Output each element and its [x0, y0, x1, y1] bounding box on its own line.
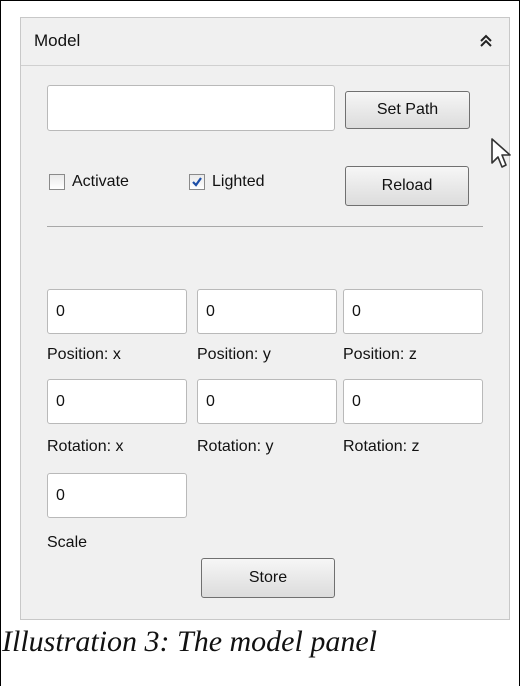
lighted-checkbox[interactable] — [189, 174, 205, 190]
scale-input[interactable] — [47, 473, 187, 518]
rotation-y-label: Rotation: y — [197, 438, 274, 455]
panel-title: Model — [34, 31, 81, 50]
figure-caption: Illustration 3: The model panel — [2, 625, 377, 658]
set-path-button[interactable]: Set Path — [345, 91, 470, 129]
store-button[interactable]: Store — [201, 558, 335, 598]
rotation-x-input[interactable] — [47, 379, 187, 424]
position-z-input[interactable] — [343, 289, 483, 334]
position-y-label: Position: y — [197, 346, 271, 363]
position-z-label: Position: z — [343, 346, 417, 363]
checkmark-icon — [192, 177, 202, 187]
double-chevron-up-icon[interactable] — [475, 30, 497, 52]
model-panel: Model Set Path Activate Lighted Reload P… — [20, 17, 510, 620]
divider — [47, 226, 483, 227]
position-x-label: Position: x — [47, 346, 121, 363]
activate-label: Activate — [72, 173, 129, 190]
scale-label: Scale — [47, 534, 88, 551]
mouse-pointer-icon — [490, 137, 514, 176]
rotation-z-input[interactable] — [343, 379, 483, 424]
rotation-z-label: Rotation: z — [343, 438, 420, 455]
position-x-input[interactable] — [47, 289, 187, 334]
activate-checkbox[interactable] — [49, 174, 65, 190]
lighted-checkbox-row[interactable]: Lighted — [189, 173, 265, 191]
rotation-y-input[interactable] — [197, 379, 337, 424]
position-y-input[interactable] — [197, 289, 337, 334]
activate-checkbox-row[interactable]: Activate — [49, 173, 129, 191]
reload-button[interactable]: Reload — [345, 166, 469, 206]
rotation-x-label: Rotation: x — [47, 438, 124, 455]
path-input[interactable] — [47, 85, 335, 131]
panel-header[interactable]: Model — [21, 18, 509, 66]
lighted-label: Lighted — [212, 173, 265, 190]
